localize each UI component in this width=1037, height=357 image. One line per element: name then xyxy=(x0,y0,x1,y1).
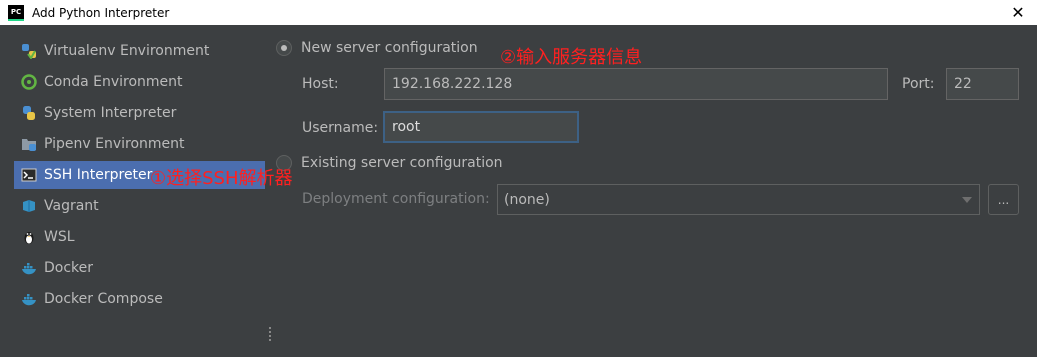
sidebar-item-label: WSL xyxy=(44,229,75,245)
sidebar-item-label: System Interpreter xyxy=(44,105,177,121)
sidebar-item-docker-compose[interactable]: Docker Compose xyxy=(14,285,265,313)
existing-server-config-label: Existing server configuration xyxy=(301,155,503,171)
annotation-step2: ②输入服务器信息 xyxy=(500,47,643,68)
sidebar-item-label: Docker Compose xyxy=(44,291,163,307)
sidebar-item-label: Conda Environment xyxy=(44,74,183,90)
username-input[interactable] xyxy=(383,111,579,143)
window-title: Add Python Interpreter xyxy=(32,5,170,20)
deployment-config-label: Deployment configuration: xyxy=(302,191,490,207)
deployment-config-value: (none) xyxy=(504,191,550,208)
new-server-config-radio[interactable] xyxy=(276,40,292,56)
vagrant-icon xyxy=(20,197,38,215)
sidebar-item-vagrant[interactable]: Vagrant xyxy=(14,192,265,220)
port-label: Port: xyxy=(902,76,935,92)
conda-icon xyxy=(20,73,38,91)
host-input[interactable] xyxy=(384,68,888,100)
host-label: Host: xyxy=(302,76,339,92)
browse-deployment-button[interactable]: ... xyxy=(988,184,1019,215)
sidebar-item-pipenv[interactable]: Pipenv Environment xyxy=(14,130,265,158)
annotation-step1: ①选择SSH解析器 xyxy=(150,168,293,189)
pycharm-app-icon: PC xyxy=(8,4,24,21)
pipenv-icon xyxy=(20,135,38,153)
docker-compose-icon xyxy=(20,290,38,308)
panel-splitter-handle[interactable] xyxy=(268,325,272,345)
sidebar-item-system[interactable]: System Interpreter xyxy=(14,99,265,127)
docker-icon xyxy=(20,259,38,277)
new-server-config-label: New server configuration xyxy=(301,40,478,56)
deployment-config-dropdown[interactable]: (none) xyxy=(497,184,980,215)
chevron-down-icon xyxy=(955,196,979,204)
virtualenv-icon xyxy=(20,42,38,60)
interpreter-type-list: Virtualenv Environment Conda Environment… xyxy=(0,25,265,357)
sidebar-item-docker[interactable]: Docker xyxy=(14,254,265,282)
sidebar-item-label: Virtualenv Environment xyxy=(44,43,210,59)
sidebar-item-conda[interactable]: Conda Environment xyxy=(14,68,265,96)
title-bar: PC Add Python Interpreter ✕ xyxy=(0,0,1037,25)
sidebar-item-label: Pipenv Environment xyxy=(44,136,185,152)
python-icon xyxy=(20,104,38,122)
sidebar-item-label: Vagrant xyxy=(44,198,99,214)
linux-penguin-icon xyxy=(20,228,38,246)
port-input[interactable] xyxy=(946,68,1019,100)
sidebar-item-virtualenv[interactable]: Virtualenv Environment xyxy=(14,37,265,65)
sidebar-item-label: Docker xyxy=(44,260,94,276)
username-label: Username: xyxy=(302,120,379,136)
terminal-icon xyxy=(20,166,38,184)
sidebar-item-wsl[interactable]: WSL xyxy=(14,223,265,251)
sidebar-item-label: SSH Interpreter xyxy=(44,167,153,183)
close-icon[interactable]: ✕ xyxy=(1003,0,1033,25)
